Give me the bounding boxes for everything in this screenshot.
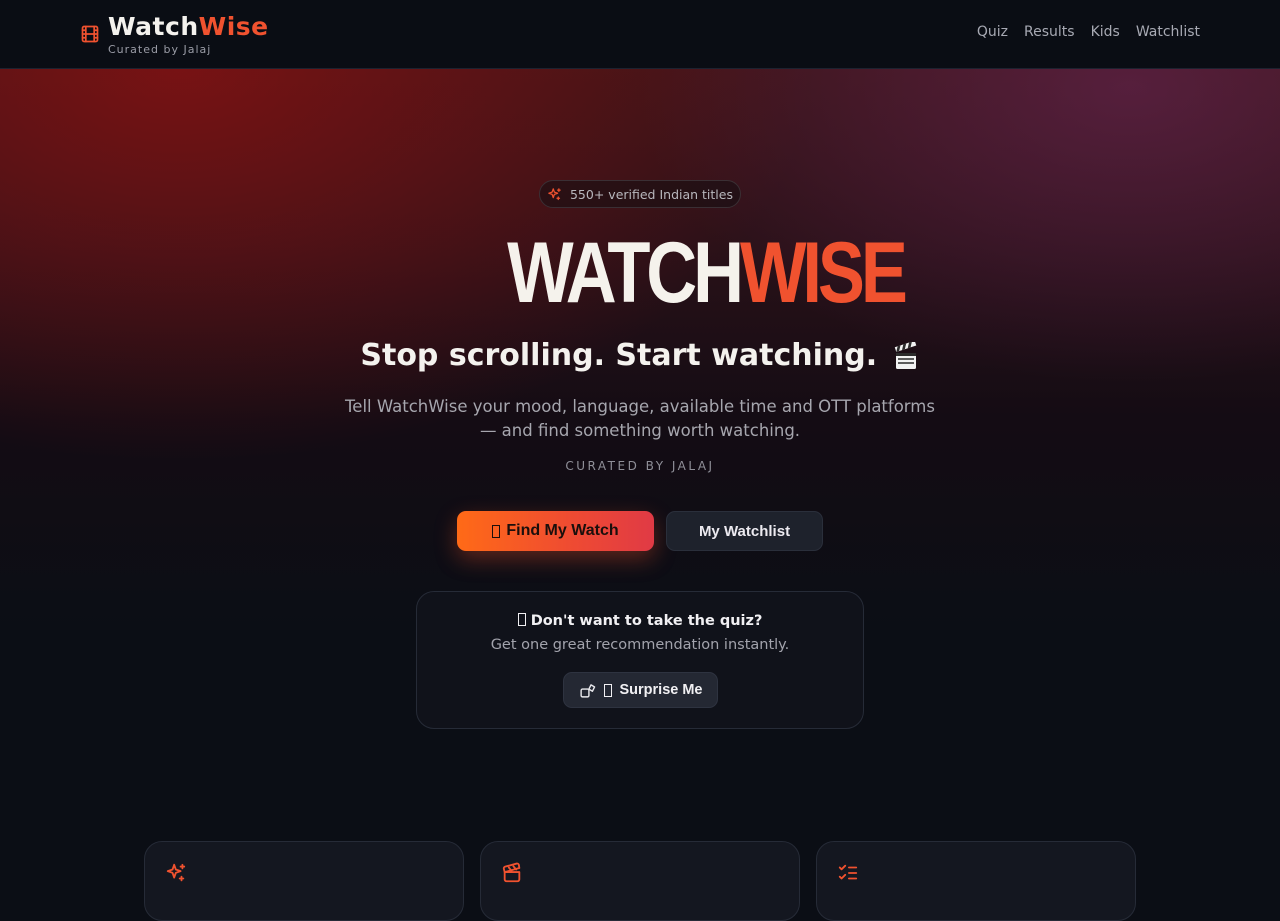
brand[interactable]: WatchWise Curated by Jalaj — [80, 12, 269, 56]
hero-description: Tell WatchWise your mood, language, avai… — [345, 397, 935, 440]
top-navbar: WatchWise Curated by Jalaj Quiz Results … — [0, 0, 1280, 69]
badge-text: 550+ verified Indian titles — [569, 186, 733, 202]
list-checks-icon — [838, 864, 858, 880]
surprise-title: Don't want to take the quiz? — [417, 613, 863, 629]
question-glyph-icon — [517, 613, 526, 626]
feature-card-3 — [816, 841, 1136, 921]
surprise-title-text: Don't want to take the quiz? — [530, 613, 763, 629]
titles-badge: 550+ verified Indian titles — [539, 180, 741, 208]
clapperboard-icon — [502, 862, 521, 883]
surprise-me-button[interactable]: Surprise Me — [563, 672, 718, 708]
feature-card-2 — [480, 841, 800, 921]
surprise-card: Don't want to take the quiz? Get one gre… — [416, 591, 864, 729]
curated-by-label: CURATED BY JALAJ — [565, 459, 715, 473]
dice-glyph-icon — [603, 683, 612, 697]
brand-name-part2: Wise — [198, 12, 269, 41]
button-glyph-icon — [492, 524, 501, 538]
sparkles-icon — [166, 863, 186, 882]
nav-results[interactable]: Results — [1024, 24, 1075, 40]
nav-quiz[interactable]: Quiz — [977, 24, 1008, 40]
sparkles-icon — [548, 187, 561, 200]
film-icon — [81, 25, 99, 43]
brand-name: WatchWise — [108, 12, 269, 42]
logo-part1: WATCH — [507, 225, 744, 321]
nav-watchlist[interactable]: Watchlist — [1136, 24, 1200, 40]
brand-name-part1: Watch — [108, 12, 199, 41]
nav-kids[interactable]: Kids — [1091, 24, 1120, 40]
logo-part2: WISE — [739, 225, 908, 321]
hero-logo: WATCHWISE — [507, 225, 908, 321]
hero-tagline: Stop scrolling. Start watching. — [0, 338, 1280, 373]
my-watchlist-button[interactable]: My Watchlist — [666, 511, 823, 551]
main-nav: Quiz Results Kids Watchlist — [977, 24, 1200, 40]
find-my-watch-button[interactable]: Find My Watch — [457, 511, 654, 551]
shuffle-shapes-icon — [579, 683, 595, 698]
hero-section: 550+ verified Indian titles WATCHWISE St… — [0, 0, 1280, 921]
tagline-text: Stop scrolling. Start watching. — [360, 338, 878, 373]
surprise-me-label: Surprise Me — [619, 682, 703, 698]
clapper-emoji-icon — [894, 341, 916, 369]
find-my-watch-label: Find My Watch — [506, 522, 619, 539]
feature-card-1 — [144, 841, 464, 921]
brand-subtitle: Curated by Jalaj — [108, 43, 212, 56]
surprise-subtitle: Get one great recommendation instantly. — [490, 637, 790, 653]
my-watchlist-label: My Watchlist — [698, 522, 791, 540]
